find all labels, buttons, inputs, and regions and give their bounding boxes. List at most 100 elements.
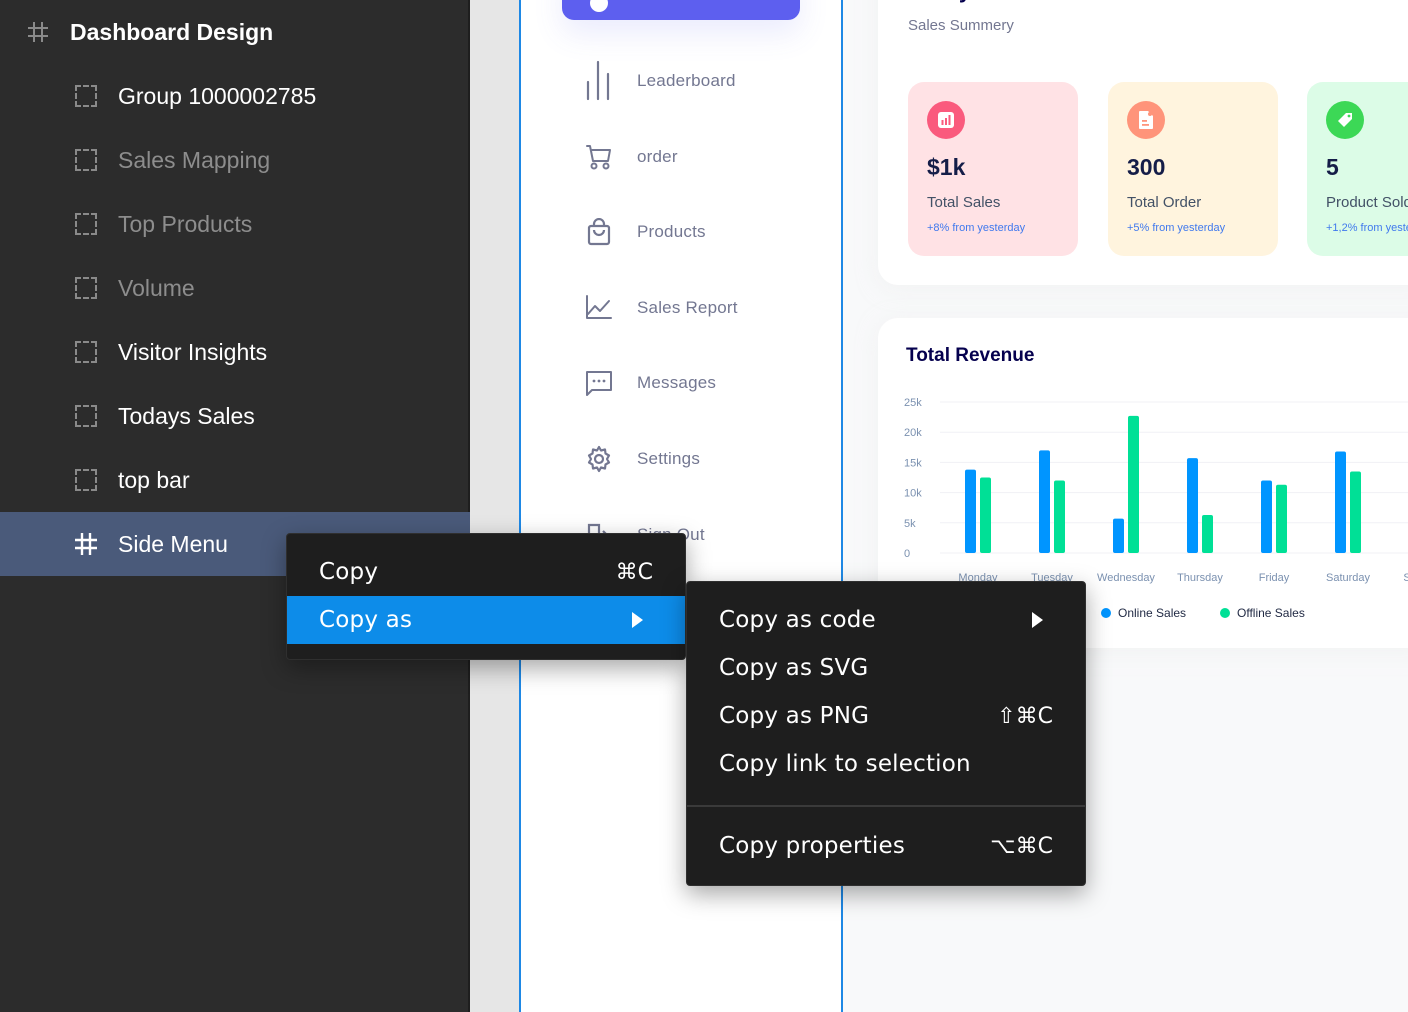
stat-value: $1k <box>927 154 966 180</box>
menu-separator <box>687 805 1085 807</box>
menu-label: Copy <box>319 559 379 585</box>
menu-label: Copy as PNG <box>719 703 870 729</box>
bar-online-sales <box>1039 450 1050 553</box>
stat-change: +1,2% from yesterday <box>1326 222 1408 234</box>
menu-label: Copy as SVG <box>719 655 869 681</box>
x-tick-label: Thursday <box>1177 572 1223 584</box>
layer-todays-sales[interactable]: Todays Sales <box>0 384 470 448</box>
bar-online-sales <box>1113 518 1124 553</box>
x-tick-label: Friday <box>1259 572 1290 584</box>
copy-as-submenu: Copy as code Copy as SVG Copy as PNG ⇧⌘C… <box>686 581 1086 886</box>
shopping-bag-icon <box>585 218 613 246</box>
menu-item-copy-as-png[interactable]: Copy as PNG ⇧⌘C <box>687 692 1085 740</box>
bar-online-sales <box>1187 458 1198 553</box>
stat-label: Total Sales <box>927 194 1001 211</box>
stat-value: 300 <box>1127 154 1166 180</box>
layer-label: Side Menu <box>118 530 228 557</box>
legend-dot <box>1101 608 1111 618</box>
layer-label: top bar <box>118 466 190 493</box>
menu-label: Copy as <box>319 607 413 633</box>
menu-item-copy-link[interactable]: Copy link to selection <box>687 740 1085 788</box>
layer-label: Volume <box>118 274 195 301</box>
todays-sales-subtitle: Sales Summery <box>908 17 1014 34</box>
gear-icon <box>585 445 613 473</box>
group-icon <box>75 213 97 235</box>
revenue-title: Total Revenue <box>906 345 1035 366</box>
layer-top-products[interactable]: Top Products <box>0 192 470 256</box>
stat-total-order: 300 Total Order +5% from yesterday <box>1108 82 1278 256</box>
bar-offline-sales <box>1128 415 1139 553</box>
shortcut-label: ⌥⌘C <box>990 833 1053 859</box>
stat-change: +5% from yesterday <box>1127 222 1226 234</box>
message-icon <box>585 369 613 397</box>
layer-label: Dashboard Design <box>70 18 274 45</box>
x-tick-label: Wednesday <box>1097 572 1155 584</box>
layer-label: Group 1000002785 <box>118 82 317 109</box>
legend-label: Online Sales <box>1118 606 1187 620</box>
figma-workspace: Dashboard Design Group 1000002785 Sales … <box>0 0 1408 1012</box>
layer-visitor-insights[interactable]: Visitor Insights <box>0 320 470 384</box>
layer-label: Todays Sales <box>118 402 255 429</box>
nav-item-order[interactable]: order <box>585 137 678 177</box>
layers-panel: Dashboard Design Group 1000002785 Sales … <box>0 0 470 1012</box>
bar-offline-sales <box>980 477 991 553</box>
line-chart-icon <box>585 294 613 322</box>
group-icon <box>75 149 97 171</box>
legend-online-sales: Online Sales <box>1101 606 1186 620</box>
bar-offline-sales <box>1054 480 1065 553</box>
bar-offline-sales <box>1350 471 1361 553</box>
menu-item-copy-as-svg[interactable]: Copy as SVG <box>687 644 1085 692</box>
menu-item-copy-as[interactable]: Copy as <box>287 596 685 644</box>
dashboard-icon <box>590 0 608 12</box>
bar-online-sales <box>1261 480 1272 553</box>
y-tick-label: 10k <box>904 488 922 500</box>
group-icon <box>75 277 97 299</box>
layer-group-1000002785[interactable]: Group 1000002785 <box>0 64 470 128</box>
layer-label: Visitor Insights <box>118 338 268 365</box>
menu-label: Copy properties <box>719 833 906 859</box>
tag-icon <box>1326 101 1364 139</box>
nav-item-products[interactable]: Products <box>585 212 706 252</box>
stat-change: +8% from yesterday <box>927 222 1026 234</box>
document-icon <box>1127 101 1165 139</box>
nav-label: Settings <box>637 449 701 468</box>
submenu-arrow-icon <box>1032 612 1043 628</box>
nav-item-messages[interactable]: Messages <box>585 363 716 403</box>
frame-icon <box>26 20 50 44</box>
bar-online-sales <box>965 469 976 553</box>
submenu-arrow-icon <box>632 612 643 628</box>
x-tick-label: Saturday <box>1326 572 1371 584</box>
layer-dashboard-design[interactable]: Dashboard Design <box>0 0 470 64</box>
menu-item-copy[interactable]: Copy ⌘C <box>287 548 685 596</box>
layer-sales-mapping[interactable]: Sales Mapping <box>0 128 470 192</box>
frame-icon <box>74 532 98 556</box>
menu-item-copy-as-code[interactable]: Copy as code <box>687 596 1085 644</box>
dashboard-nav-button[interactable] <box>562 0 800 20</box>
nav-item-leaderboard[interactable]: Leaderboard <box>585 60 736 101</box>
layer-volume[interactable]: Volume <box>0 256 470 320</box>
shortcut-label: ⌘C <box>615 559 653 585</box>
nav-item-settings[interactable]: Settings <box>585 439 700 479</box>
context-menu: Copy ⌘C Copy as <box>286 533 686 660</box>
legend-offline-sales: Offline Sales <box>1220 606 1305 620</box>
legend-label: Offline Sales <box>1237 606 1305 620</box>
nav-item-sales-report[interactable]: Sales Report <box>585 288 738 328</box>
y-tick-label: 0 <box>904 548 910 560</box>
bar-offline-sales <box>1202 514 1213 553</box>
layer-top-bar[interactable]: top bar <box>0 448 470 512</box>
bar-online-sales <box>1335 451 1346 553</box>
menu-label: Copy link to selection <box>719 751 971 777</box>
stat-label: Product Sold <box>1326 194 1408 211</box>
stat-total-sales: $1k Total Sales +8% from yesterday <box>908 82 1078 256</box>
y-tick-label: 5k <box>904 518 916 530</box>
layer-label: Top Products <box>118 210 253 237</box>
leaderboard-icon <box>585 60 613 101</box>
cart-icon <box>585 143 613 171</box>
bar-offline-sales <box>1276 484 1287 553</box>
menu-label: Copy as code <box>719 607 876 633</box>
layer-label: Sales Mapping <box>118 146 271 173</box>
group-icon <box>75 341 97 363</box>
todays-sales-title: Today's Sales <box>908 0 1052 4</box>
bar-chart-icon <box>927 101 965 139</box>
menu-item-copy-properties[interactable]: Copy properties ⌥⌘C <box>687 822 1085 870</box>
